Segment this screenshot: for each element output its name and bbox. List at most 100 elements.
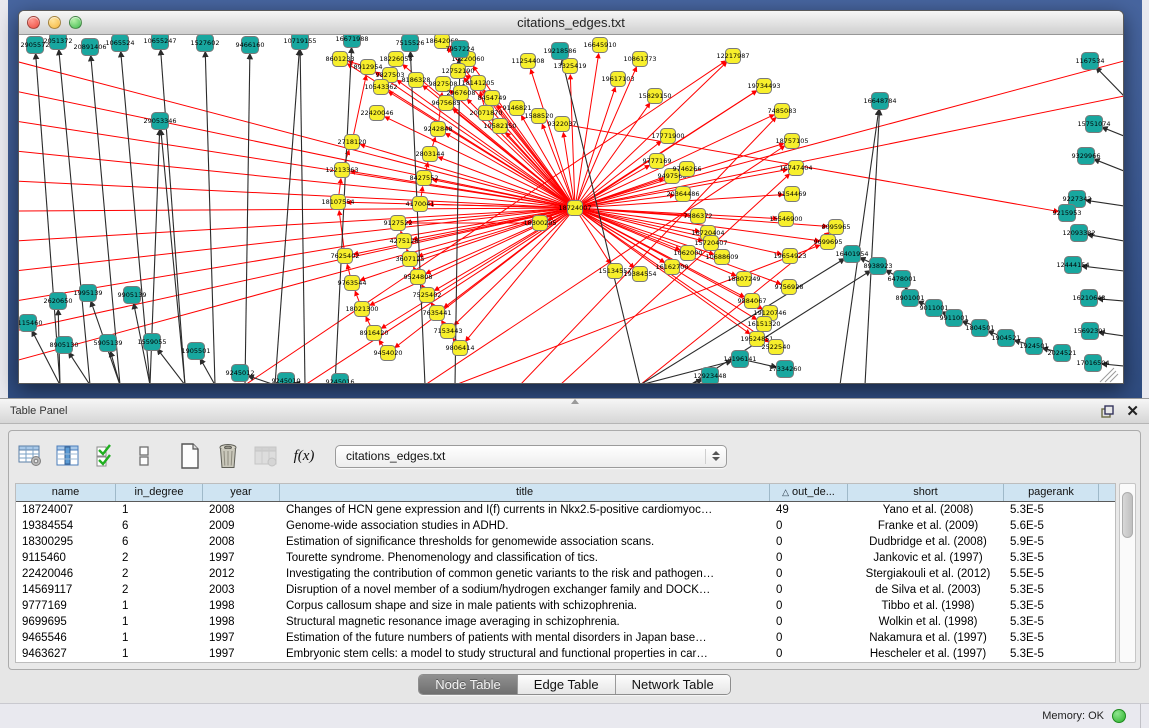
cell-in_degree[interactable]: 2 bbox=[116, 566, 203, 582]
cell-year[interactable]: 1997 bbox=[203, 646, 280, 662]
resize-grip-icon[interactable] bbox=[1100, 368, 1118, 382]
graph-node-yellow[interactable]: 19734493 bbox=[747, 79, 780, 94]
graph-node-yellow[interactable]: 18757105 bbox=[775, 134, 808, 149]
cell-in_degree[interactable]: 1 bbox=[116, 630, 203, 646]
red-edge[interactable] bbox=[19, 208, 575, 271]
cell-pagerank[interactable]: 5.6E-5 bbox=[1004, 518, 1099, 534]
network-graph[interactable]: 1872400786012338912954182260589827503105… bbox=[19, 35, 1123, 383]
cell-title[interactable]: Structural magnetic resonance image aver… bbox=[280, 614, 770, 630]
red-edge[interactable] bbox=[19, 208, 575, 301]
cell-in_degree[interactable]: 1 bbox=[116, 598, 203, 614]
select-columns-icon[interactable] bbox=[93, 443, 119, 469]
cell-year[interactable]: 1997 bbox=[203, 550, 280, 566]
graph-node-yellow[interactable]: 7525402 bbox=[413, 288, 442, 303]
graph-node-yellow[interactable]: 9699695 bbox=[814, 235, 843, 250]
table-panel-header[interactable]: Table Panel ✕ bbox=[0, 398, 1149, 424]
network-graph-canvas[interactable]: 1872400786012338912954182260589827503105… bbox=[19, 35, 1123, 383]
table-row[interactable]: 911546021997Tourette syndrome. Phenomeno… bbox=[16, 550, 1115, 566]
table-row[interactable]: 946362711997Embryonic stem cells: a mode… bbox=[16, 646, 1115, 662]
cell-year[interactable]: 2008 bbox=[203, 502, 280, 518]
graph-node-teal[interactable]: 15751074 bbox=[1077, 116, 1110, 133]
cell-name[interactable]: 9463627 bbox=[16, 646, 116, 662]
black-edge[interactable] bbox=[275, 50, 299, 383]
graph-node-teal[interactable]: 9466160 bbox=[236, 37, 265, 54]
graph-node-yellow[interactable]: 16162700 bbox=[655, 260, 688, 275]
table-row[interactable]: 1872400712008Changes of HCN gene express… bbox=[16, 502, 1115, 518]
graph-node-teal[interactable]: 8905130 bbox=[50, 337, 79, 354]
table-row[interactable]: 977716911998Corpus callosum shape and si… bbox=[16, 598, 1115, 614]
red-edge[interactable] bbox=[19, 208, 575, 331]
table-row[interactable]: 1456911722003Disruption of a novel membe… bbox=[16, 582, 1115, 598]
cell-out_de[interactable]: 0 bbox=[770, 598, 848, 614]
graph-node-teal[interactable]: 9245016 bbox=[326, 374, 355, 384]
graph-node-yellow[interactable]: 8601233 bbox=[326, 52, 355, 67]
red-edge[interactable] bbox=[575, 103, 650, 208]
cell-year[interactable]: 2008 bbox=[203, 534, 280, 550]
delete-table-icon[interactable] bbox=[215, 443, 241, 469]
graph-node-teal[interactable]: 9245012 bbox=[226, 365, 255, 382]
column-header-out_de[interactable]: △out_de... bbox=[770, 484, 848, 501]
graph-node-teal[interactable]: 1924501 bbox=[1020, 338, 1049, 355]
graph-node-yellow[interactable]: 7153443 bbox=[434, 324, 463, 339]
cell-short[interactable]: Nakamura et al. (1997) bbox=[848, 630, 1004, 646]
graph-node-yellow[interactable]: 9763544 bbox=[338, 276, 367, 291]
zoom-window-icon[interactable] bbox=[69, 16, 82, 29]
graph-node-teal[interactable]: 1804501 bbox=[966, 320, 995, 337]
cell-out_de[interactable]: 0 bbox=[770, 534, 848, 550]
cell-in_degree[interactable]: 1 bbox=[116, 502, 203, 518]
black-edge[interactable] bbox=[59, 50, 90, 383]
graph-node-teal[interactable]: 17334260 bbox=[768, 361, 801, 378]
cell-name[interactable]: 9699695 bbox=[16, 614, 116, 630]
cell-short[interactable]: Dudbridge et al. (2008) bbox=[848, 534, 1004, 550]
cell-name[interactable]: 9465546 bbox=[16, 630, 116, 646]
cell-short[interactable]: Wolkin et al. (1998) bbox=[848, 614, 1004, 630]
graph-node-teal[interactable]: 16671988 bbox=[335, 35, 368, 48]
graph-node-teal[interactable]: 1904521 bbox=[992, 330, 1021, 347]
cell-pagerank[interactable]: 5.3E-5 bbox=[1004, 598, 1099, 614]
cell-out_de[interactable]: 49 bbox=[770, 502, 848, 518]
graph-node-teal[interactable]: 7515526 bbox=[396, 35, 425, 52]
cell-pagerank[interactable]: 5.3E-5 bbox=[1004, 630, 1099, 646]
graph-node-yellow[interactable]: 16645910 bbox=[583, 38, 616, 53]
minimize-window-icon[interactable] bbox=[48, 16, 61, 29]
graph-node-teal[interactable]: 29053346 bbox=[143, 113, 176, 130]
cell-out_de[interactable]: 0 bbox=[770, 550, 848, 566]
graph-node-yellow[interactable]: 8916420 bbox=[360, 326, 389, 341]
red-edge[interactable] bbox=[361, 145, 575, 208]
graph-node-teal[interactable]: 12444154 bbox=[1056, 257, 1089, 274]
cell-in_degree[interactable]: 6 bbox=[116, 518, 203, 534]
cell-short[interactable]: Tibbo et al. (1998) bbox=[848, 598, 1004, 614]
graph-node-yellow[interactable]: 18226058 bbox=[379, 52, 412, 67]
cell-name[interactable]: 19384554 bbox=[16, 518, 116, 534]
graph-node-yellow[interactable]: 9756928 bbox=[775, 280, 804, 295]
tab-network-table[interactable]: Network Table bbox=[616, 675, 730, 694]
tab-edge-table[interactable]: Edge Table bbox=[518, 675, 616, 694]
black-edge[interactable] bbox=[91, 56, 120, 383]
graph-node-teal[interactable]: 1905501 bbox=[182, 343, 211, 360]
cell-in_degree[interactable]: 2 bbox=[116, 550, 203, 566]
table-scrollbar[interactable] bbox=[1119, 483, 1136, 663]
cell-short[interactable]: Yano et al. (2008) bbox=[848, 502, 1004, 518]
cell-out_de[interactable]: 0 bbox=[770, 614, 848, 630]
graph-node-teal[interactable]: 15692391 bbox=[1073, 323, 1106, 340]
graph-node-yellow[interactable]: 12213363 bbox=[325, 163, 358, 178]
graph-node-yellow[interactable]: 19617103 bbox=[601, 72, 634, 87]
cell-pagerank[interactable]: 5.5E-5 bbox=[1004, 566, 1099, 582]
graph-node-yellow[interactable]: 9242848 bbox=[424, 122, 453, 137]
new-table-icon[interactable] bbox=[177, 443, 203, 469]
graph-node-yellow[interactable]: 9524808 bbox=[404, 270, 433, 285]
graph-node-teal[interactable]: 5905139 bbox=[94, 335, 123, 352]
black-edge[interactable] bbox=[1094, 159, 1123, 171]
red-edge[interactable] bbox=[575, 96, 1123, 208]
float-panel-icon[interactable] bbox=[1101, 405, 1114, 418]
table-selector-dropdown[interactable]: citations_edges.txt bbox=[335, 445, 727, 468]
black-edge[interactable] bbox=[161, 50, 185, 383]
graph-node-yellow[interactable]: 10688609 bbox=[705, 250, 738, 265]
table-row[interactable]: 1938455462009Genome-wide association stu… bbox=[16, 518, 1115, 534]
graph-node-teal[interactable]: 16648784 bbox=[863, 93, 896, 110]
graph-node-teal[interactable]: 9911001 bbox=[940, 310, 969, 327]
function-builder-icon[interactable]: f(x) bbox=[291, 443, 317, 469]
cell-pagerank[interactable]: 5.3E-5 bbox=[1004, 646, 1099, 662]
network-window-titlebar[interactable]: citations_edges.txt bbox=[19, 11, 1123, 35]
cell-pagerank[interactable]: 5.3E-5 bbox=[1004, 582, 1099, 598]
